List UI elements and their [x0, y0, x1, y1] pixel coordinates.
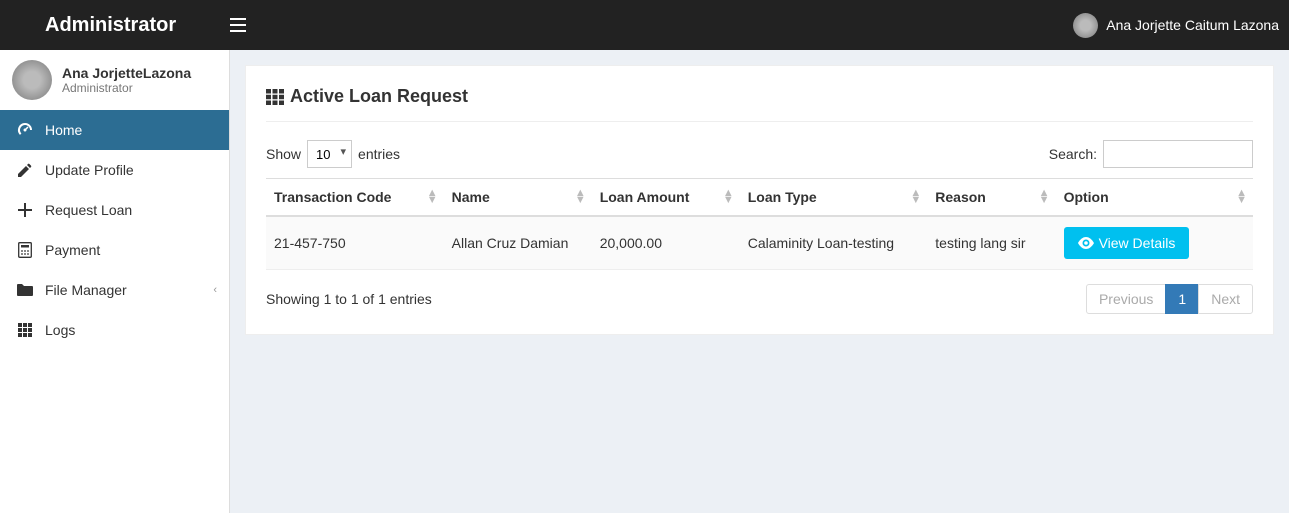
- sidebar-item-request-loan[interactable]: Request Loan: [0, 190, 229, 230]
- page-title: Active Loan Request: [266, 86, 1253, 122]
- table-info: Showing 1 to 1 of 1 entries: [266, 291, 432, 307]
- sort-icon: ▲▼: [1039, 190, 1050, 204]
- dashboard-icon: [15, 122, 35, 138]
- col-name[interactable]: Name▲▼: [444, 179, 592, 217]
- sort-icon: ▲▼: [575, 190, 586, 204]
- cell-transaction-code: 21-457-750: [266, 216, 444, 270]
- eye-icon: [1078, 237, 1094, 249]
- cell-type: Calaminity Loan-testing: [740, 216, 928, 270]
- entries-label: entries: [358, 146, 400, 162]
- search-input[interactable]: [1103, 140, 1253, 168]
- pager: Previous 1 Next: [1087, 284, 1253, 314]
- sidebar-item-label: Home: [45, 122, 82, 138]
- sidebar-item-home[interactable]: Home: [0, 110, 229, 150]
- view-details-button[interactable]: View Details: [1064, 227, 1190, 259]
- pager-next[interactable]: Next: [1198, 284, 1253, 314]
- search-label: Search:: [1049, 146, 1097, 162]
- app-logo: Administrator: [0, 14, 230, 37]
- sidebar-toggle[interactable]: [230, 18, 270, 32]
- pager-page-1[interactable]: 1: [1165, 284, 1199, 314]
- header-user-name: Ana Jorjette Caitum Lazona: [1106, 17, 1279, 33]
- chevron-left-icon: ‹: [213, 284, 217, 296]
- sidebar-item-payment[interactable]: Payment: [0, 230, 229, 270]
- sidebar-item-label: Update Profile: [45, 162, 134, 178]
- pencil-icon: [15, 163, 35, 177]
- cell-option: View Details: [1056, 216, 1253, 270]
- sort-icon: ▲▼: [723, 190, 734, 204]
- table-row: 21-457-750 Allan Cruz Damian 20,000.00 C…: [266, 216, 1253, 270]
- grid-icon: [15, 323, 35, 337]
- avatar: [12, 60, 52, 100]
- show-label: Show: [266, 146, 301, 162]
- pager-previous[interactable]: Previous: [1086, 284, 1166, 314]
- user-panel: Ana JorjetteLazona Administrator: [0, 50, 229, 110]
- sidebar-item-file-manager[interactable]: File Manager ‹: [0, 270, 229, 310]
- sidebar-item-label: Payment: [45, 242, 100, 258]
- main-content: Active Loan Request Show 10 entries Sear…: [230, 50, 1289, 513]
- sort-icon: ▲▼: [427, 190, 438, 204]
- col-loan-type[interactable]: Loan Type▲▼: [740, 179, 928, 217]
- sidebar-item-logs[interactable]: Logs: [0, 310, 229, 350]
- grid-icon: [266, 89, 284, 105]
- col-reason[interactable]: Reason▲▼: [927, 179, 1055, 217]
- sidebar: Ana JorjetteLazona Administrator Home Up…: [0, 50, 230, 513]
- entries-select[interactable]: 10: [307, 140, 352, 168]
- cell-amount: 20,000.00: [592, 216, 740, 270]
- sort-icon: ▲▼: [1236, 190, 1247, 204]
- sidebar-item-label: File Manager: [45, 282, 127, 298]
- top-header: Administrator Ana Jorjette Caitum Lazona: [0, 0, 1289, 50]
- sidebar-item-label: Logs: [45, 322, 75, 338]
- col-option[interactable]: Option▲▼: [1056, 179, 1253, 217]
- folder-icon: [15, 283, 35, 297]
- menu-icon: [230, 18, 270, 32]
- user-panel-name: Ana JorjetteLazona: [62, 65, 191, 81]
- table-controls: Show 10 entries Search:: [266, 140, 1253, 168]
- data-table: Transaction Code▲▼ Name▲▼ Loan Amount▲▼ …: [266, 178, 1253, 270]
- col-loan-amount[interactable]: Loan Amount▲▼: [592, 179, 740, 217]
- user-panel-role: Administrator: [62, 81, 191, 95]
- cell-reason: testing lang sir: [927, 216, 1055, 270]
- table-footer: Showing 1 to 1 of 1 entries Previous 1 N…: [266, 284, 1253, 314]
- sort-icon: ▲▼: [910, 190, 921, 204]
- header-user-menu[interactable]: Ana Jorjette Caitum Lazona: [1073, 13, 1289, 38]
- content-box: Active Loan Request Show 10 entries Sear…: [245, 65, 1274, 335]
- cell-name: Allan Cruz Damian: [444, 216, 592, 270]
- plus-icon: [15, 203, 35, 217]
- avatar: [1073, 13, 1098, 38]
- sidebar-item-label: Request Loan: [45, 202, 132, 218]
- sidebar-item-update-profile[interactable]: Update Profile: [0, 150, 229, 190]
- calculator-icon: [15, 242, 35, 258]
- col-transaction-code[interactable]: Transaction Code▲▼: [266, 179, 444, 217]
